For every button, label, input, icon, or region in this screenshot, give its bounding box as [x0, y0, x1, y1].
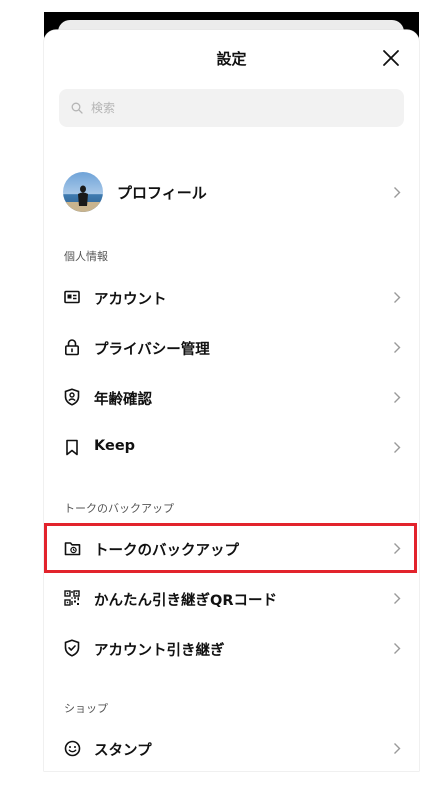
settings-item-label: アカウント	[94, 292, 167, 308]
settings-item-talk-backup[interactable]: トークのバックアップ	[44, 527, 419, 569]
header: 設定	[44, 30, 419, 86]
settings-item-label: かんたん引き継ぎQRコード	[94, 593, 277, 609]
profile-label: プロフィール	[117, 184, 207, 202]
section-header-shop: ショップ	[64, 702, 108, 715]
search-icon	[71, 102, 83, 114]
chevron-right-icon	[394, 187, 401, 198]
chevron-right-icon	[394, 292, 401, 303]
profile-row[interactable]: プロフィール	[44, 170, 419, 214]
chevron-right-icon	[394, 643, 401, 654]
bookmark-icon	[62, 437, 82, 457]
section-header-talk-backup: トークのバックアップ	[64, 502, 174, 515]
search-input[interactable]	[89, 100, 393, 116]
chevron-right-icon	[394, 593, 401, 604]
chevron-right-icon	[394, 743, 401, 754]
smiley-icon	[62, 738, 82, 758]
settings-item-privacy[interactable]: プライバシー管理	[44, 326, 419, 368]
shield-check-icon	[62, 638, 82, 658]
settings-item-label: Keep	[94, 438, 136, 454]
settings-item-label: スタンプ	[94, 743, 152, 759]
settings-item-account-transfer[interactable]: アカウント引き継ぎ	[44, 627, 419, 669]
chevron-right-icon	[394, 392, 401, 403]
settings-item-age-verification[interactable]: 年齢確認	[44, 376, 419, 418]
lock-icon	[62, 337, 82, 357]
settings-item-label: プライバシー管理	[94, 342, 210, 358]
settings-item-keep[interactable]: Keep	[44, 426, 419, 468]
section-header-personal: 個人情報	[64, 250, 108, 263]
id-card-icon	[62, 287, 82, 307]
search-bar[interactable]	[59, 89, 404, 127]
settings-item-label: アカウント引き継ぎ	[94, 643, 225, 659]
chevron-right-icon	[394, 342, 401, 353]
qr-code-icon	[62, 588, 82, 608]
chevron-right-icon	[394, 442, 401, 453]
avatar	[63, 172, 103, 212]
settings-item-label: トークのバックアップ	[94, 543, 239, 559]
shield-person-icon	[62, 387, 82, 407]
settings-item-stickers[interactable]: スタンプ	[44, 727, 419, 769]
chevron-right-icon	[394, 543, 401, 554]
settings-sheet: 設定 検索 プロフィール 個人情報 アカウント プライバシー管理 年齢確認 Ke…	[44, 30, 419, 771]
close-icon	[383, 50, 399, 66]
settings-item-qr-transfer[interactable]: かんたん引き継ぎQRコード	[44, 577, 419, 619]
settings-item-account[interactable]: アカウント	[44, 276, 419, 318]
settings-item-label: 年齢確認	[94, 392, 152, 408]
close-button[interactable]	[379, 46, 403, 70]
folder-backup-icon	[62, 538, 82, 558]
page-title: 設定	[216, 50, 247, 68]
